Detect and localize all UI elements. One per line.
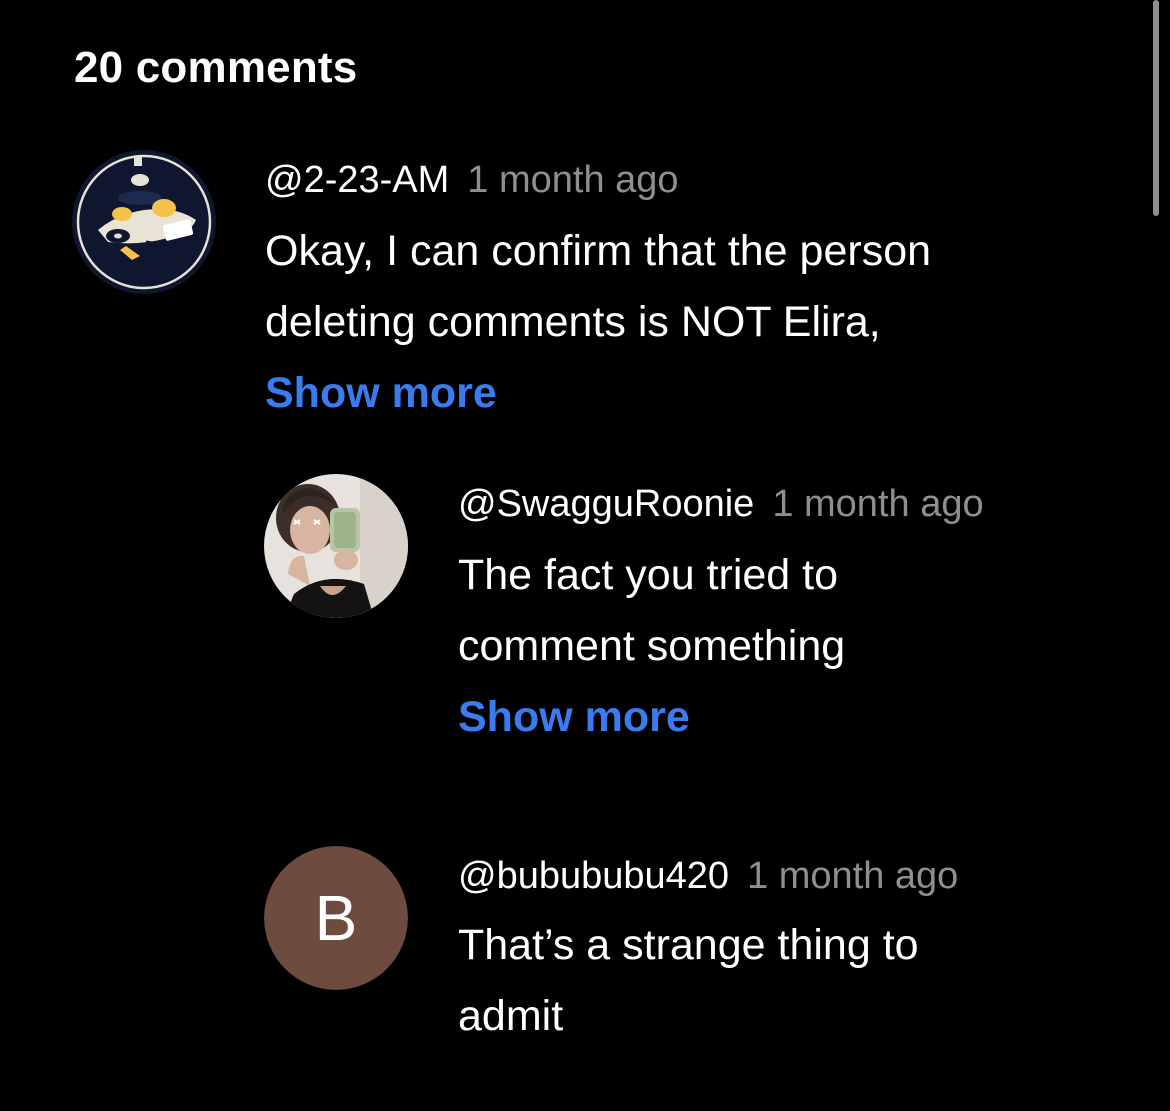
comment-text-line: comment something [458,622,846,670]
comment-text-line: admit [458,992,564,1040]
comments-count-header: 20 comments [74,43,358,92]
avatar-letter: B [264,846,408,990]
show-more-link[interactable]: Show more [265,358,931,429]
comment-author[interactable]: @bubububu420 [458,855,729,897]
comment-text-line: deleting comments is NOT Elira, [265,298,881,346]
comment-timestamp: 1 month ago [467,159,679,201]
comment-text-line: The fact you tried to [458,551,839,599]
comment-timestamp: 1 month ago [772,483,984,525]
show-more-link[interactable]: Show more [458,682,984,753]
selfie-photo-icon [264,474,408,618]
comment-text-line: That’s a strange thing to [458,921,919,969]
comment-author[interactable]: @2-23-AM [265,159,449,201]
comment-text: The fact you tried to comment something [458,540,984,682]
scrollbar[interactable] [1153,0,1159,216]
avatar[interactable] [264,474,408,618]
comment-text-line: Okay, I can confirm that the person [265,227,932,275]
avatar[interactable] [72,150,216,294]
comment-timestamp: 1 month ago [747,855,959,897]
desk-illustration-icon [72,150,216,294]
comment-text: That’s a strange thing to admit [458,910,958,1052]
comment-author[interactable]: @SwagguRoonie [458,483,754,525]
comment-text: Okay, I can confirm that the person dele… [265,216,931,358]
avatar[interactable]: B [264,846,408,990]
